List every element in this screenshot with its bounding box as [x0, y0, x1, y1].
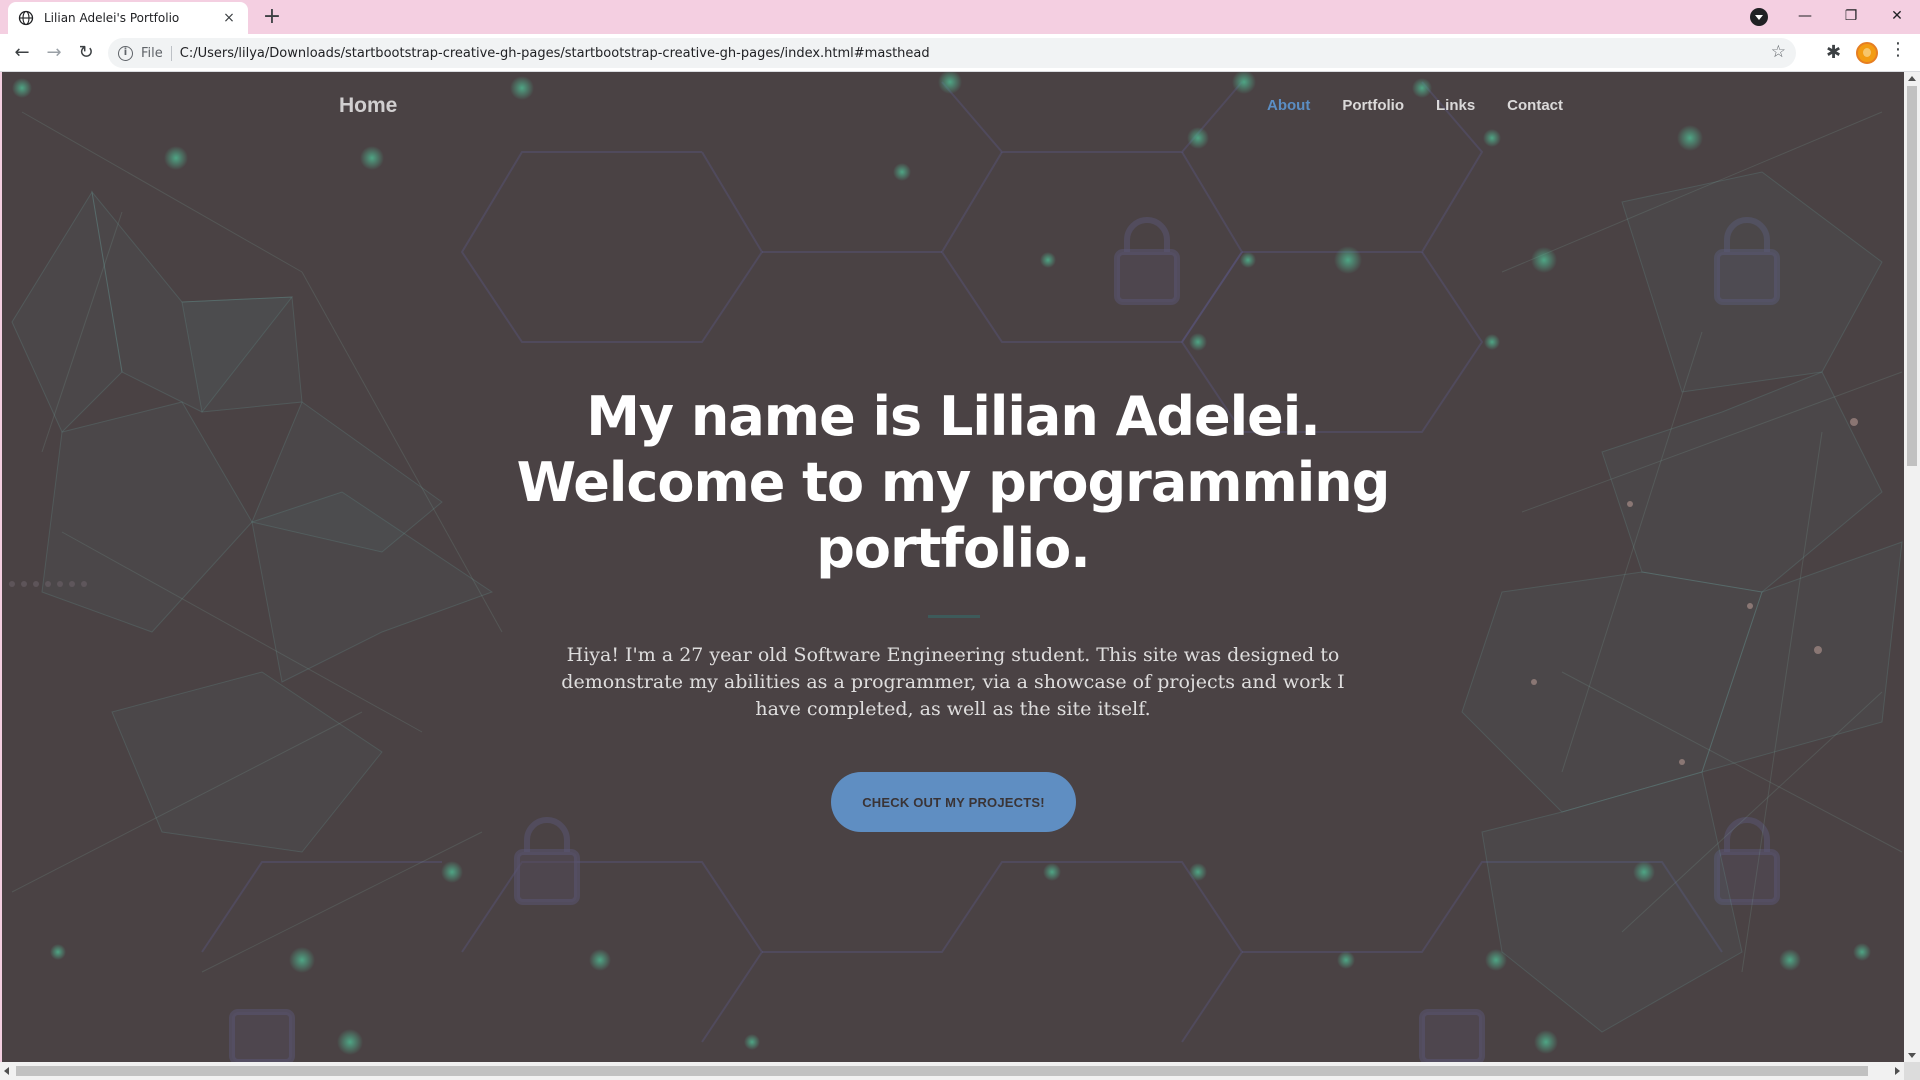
bookmark-star-icon[interactable]: ☆	[1771, 42, 1786, 62]
extensions-icon[interactable]: ✱	[1826, 42, 1841, 63]
nav-links: About Portfolio Links Contact	[1267, 97, 1595, 114]
nav-brand-home[interactable]: Home	[339, 94, 397, 118]
forward-button[interactable]: →	[40, 39, 68, 67]
nav-item-portfolio[interactable]: Portfolio	[1342, 97, 1404, 114]
browser-toolbar: ← → ↻ i File C:/Users/lilya/Downloads/st…	[0, 34, 1920, 72]
restore-button[interactable]: ❐	[1828, 2, 1874, 30]
scrollbar-corner	[1904, 1062, 1920, 1080]
profile-avatar[interactable]	[1856, 42, 1878, 64]
tab-close-icon[interactable]: ×	[220, 10, 238, 26]
hero-title-line-2: Welcome to my programming	[516, 451, 1391, 514]
tab-search-icon[interactable]	[1750, 8, 1768, 26]
back-button[interactable]: ←	[8, 39, 36, 67]
scroll-right-arrow-icon[interactable]	[1895, 1067, 1900, 1075]
hero-title-line-1: My name is Lilian Adelei.	[586, 385, 1321, 448]
vertical-scroll-thumb[interactable]	[1907, 86, 1917, 466]
url-scheme: File	[141, 45, 172, 61]
nav-item-about[interactable]: About	[1267, 97, 1310, 114]
reload-button[interactable]: ↻	[72, 39, 100, 67]
scroll-down-arrow-icon[interactable]	[1908, 1053, 1916, 1058]
url-text[interactable]: C:/Users/lilya/Downloads/startbootstrap-…	[180, 46, 930, 61]
hero-divider	[928, 615, 980, 618]
hero-description: Hiya! I'm a 27 year old Software Enginee…	[561, 644, 1345, 720]
nav-item-links[interactable]: Links	[1436, 97, 1475, 114]
horizontal-scroll-thumb[interactable]	[16, 1066, 1868, 1076]
close-window-button[interactable]: ✕	[1874, 2, 1920, 30]
address-bar[interactable]: i File C:/Users/lilya/Downloads/startboo…	[108, 38, 1796, 68]
vertical-scrollbar[interactable]	[1904, 72, 1920, 1062]
info-icon[interactable]: i	[118, 45, 133, 61]
scroll-up-arrow-icon[interactable]	[1908, 76, 1916, 81]
tab-title: Lilian Adelei's Portfolio	[44, 11, 180, 25]
globe-icon	[18, 10, 34, 26]
new-tab-button[interactable]: +	[258, 4, 286, 32]
check-out-projects-button[interactable]: CHECK OUT MY PROJECTS!	[831, 772, 1076, 832]
horizontal-scrollbar[interactable]	[0, 1062, 1904, 1080]
page-viewport: Home About Portfolio Links Contact My na…	[2, 72, 1904, 1062]
nav-item-contact[interactable]: Contact	[1507, 97, 1563, 114]
scroll-left-arrow-icon[interactable]	[4, 1067, 9, 1075]
browser-menu-icon[interactable]: ⋮	[1888, 39, 1908, 60]
browser-tab[interactable]: Lilian Adelei's Portfolio ×	[8, 2, 248, 34]
minimize-button[interactable]: —	[1782, 2, 1828, 30]
hero-title-line-3: portfolio.	[816, 517, 1090, 580]
hero-title: My name is Lilian Adelei. Welcome to my …	[453, 384, 1453, 582]
browser-titlebar: Lilian Adelei's Portfolio × + — ❐ ✕	[0, 0, 1920, 34]
